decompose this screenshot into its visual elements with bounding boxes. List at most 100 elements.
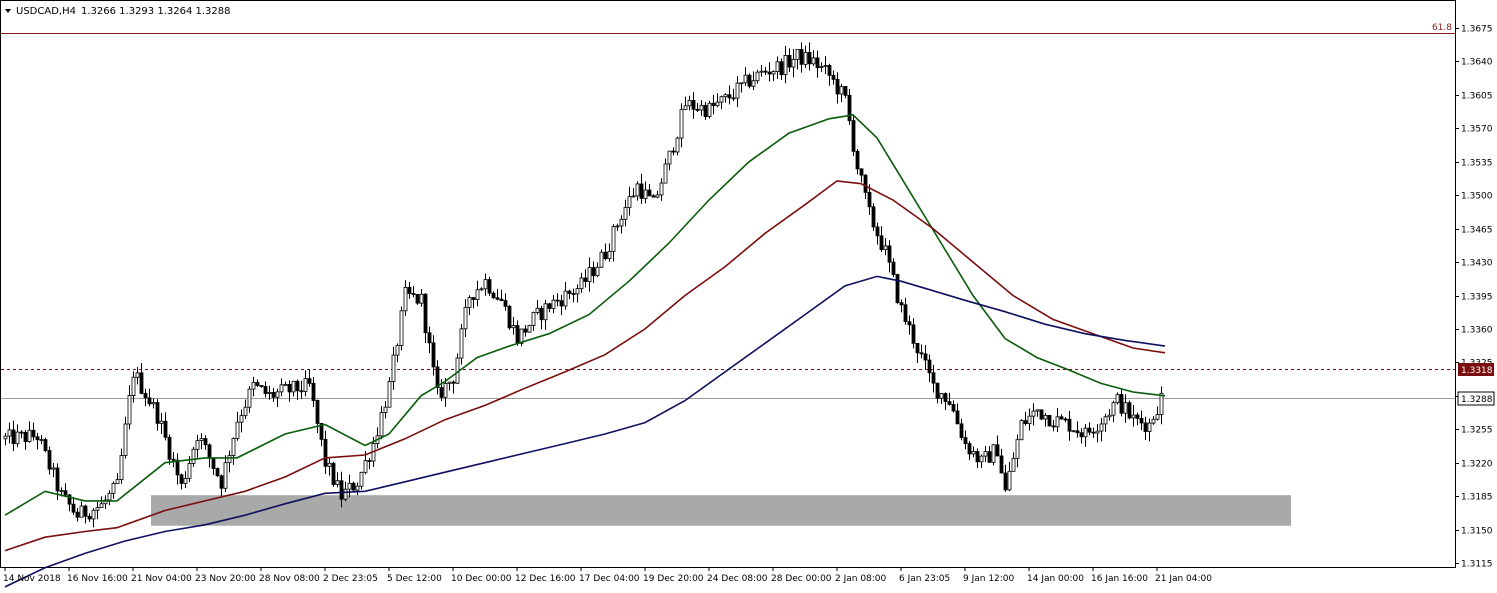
candle-body: [467, 297, 472, 308]
candle-body: [699, 104, 704, 111]
candle-body: [287, 384, 292, 393]
x-tick-label: 28 Dec 00:00: [771, 574, 832, 584]
candle-body: [795, 48, 800, 60]
candle-body: [395, 345, 400, 356]
candle-body: [583, 277, 588, 282]
candle-body: [719, 96, 724, 103]
candle-body: [7, 429, 12, 437]
candle-body: [407, 286, 412, 294]
candle-body: [595, 266, 600, 277]
candle-body: [299, 390, 304, 393]
candle-body: [951, 404, 956, 412]
candle-body: [651, 195, 656, 198]
current-price-label: 1.3288: [1461, 395, 1493, 405]
candle-body: [307, 378, 312, 384]
candle-body: [1031, 410, 1036, 417]
candle-body: [891, 261, 896, 275]
candle-body: [843, 86, 848, 96]
candle-body: [211, 457, 216, 469]
candle-body: [15, 431, 20, 445]
candle: [1047, 414, 1052, 427]
candle-body: [439, 387, 444, 398]
candle-body: [855, 150, 860, 170]
candle-body: [111, 483, 116, 494]
candle-body: [403, 286, 408, 312]
x-tick-label: 16 Nov 16:00: [67, 574, 128, 584]
candle: [215, 467, 220, 478]
candle-body: [587, 267, 592, 282]
plot-frame: [0, 0, 1456, 568]
candle-body: [1063, 418, 1068, 421]
candle-body: [727, 94, 732, 99]
candle-body: [1103, 416, 1108, 425]
price-chart-svg[interactable]: 1.3675 1.3640 1.3605 1.3570 1.3535 1.3500 1.34…: [0, 0, 1497, 589]
candle-body: [283, 384, 288, 386]
candle-body: [771, 71, 776, 75]
candle-body: [643, 189, 648, 199]
candle-body: [411, 293, 416, 295]
candle-body: [71, 503, 76, 513]
candle-body: [527, 325, 532, 333]
symbol-timeframe: USDCAD,H4: [16, 6, 76, 17]
y-tick-label: 1.3605: [1461, 92, 1493, 102]
candle-body: [19, 431, 24, 434]
candle-body: [335, 480, 340, 485]
candle-body: [939, 393, 944, 399]
candle-body: [491, 292, 496, 299]
candle-body: [23, 431, 28, 442]
candle-body: [567, 290, 572, 294]
candle-body: [579, 277, 584, 290]
candle-body: [1019, 420, 1024, 441]
x-tick-label: 28 Nov 08:00: [259, 574, 320, 584]
candle-body: [351, 482, 356, 491]
x-axis: 14 Nov 2018 16 Nov 16:00 21 Nov 04:00 23 No…: [3, 567, 1212, 584]
candle-body: [1059, 416, 1064, 420]
chart[interactable]: 1.3675 1.3640 1.3605 1.3570 1.3535 1.3500 1.34…: [0, 0, 1497, 589]
candle-body: [895, 274, 900, 304]
candle-body: [171, 458, 176, 461]
candle-body: [751, 80, 756, 87]
candle-body: [143, 392, 148, 399]
candle-body: [267, 391, 272, 394]
candle-body: [755, 71, 760, 82]
candle-body: [987, 451, 992, 463]
candle-body: [667, 150, 672, 165]
candle-body: [147, 397, 152, 405]
candle-body: [627, 196, 632, 208]
y-tick-label: 1.3360: [1461, 326, 1493, 336]
candle-body: [223, 462, 228, 489]
candle-body: [291, 380, 296, 393]
candle-body: [31, 429, 36, 438]
candle-body: [487, 279, 492, 294]
y-tick-label: 1.3640: [1461, 58, 1493, 68]
candle-body: [687, 100, 692, 107]
candle-body: [563, 290, 568, 307]
candle-body: [323, 438, 328, 467]
candle-body: [255, 381, 260, 386]
y-tick-label: 1.3535: [1461, 159, 1493, 169]
candle-body: [295, 380, 300, 392]
candle-body: [879, 235, 884, 250]
x-tick-label: 24 Dec 08:00: [707, 574, 768, 584]
candle-body: [1015, 439, 1020, 459]
x-tick-label: 9 Jan 12:00: [963, 574, 1015, 584]
candle-body: [835, 78, 840, 95]
candle: [1115, 392, 1120, 405]
candle-body: [815, 57, 820, 69]
candle-body: [339, 480, 344, 500]
candle-body: [187, 462, 192, 479]
candle-body: [27, 429, 32, 442]
candle: [399, 306, 404, 351]
candle-body: [367, 460, 372, 462]
candle-body: [1143, 422, 1148, 432]
candle-body: [459, 328, 464, 359]
candle-body: [1055, 416, 1060, 428]
candle-body: [695, 108, 700, 111]
candle-body: [359, 471, 364, 487]
candle-body: [615, 225, 620, 228]
candle-body: [35, 436, 40, 441]
candle-body: [123, 423, 128, 456]
candle-body: [899, 302, 904, 306]
y-tick-label: 1.3115: [1461, 560, 1493, 570]
x-tick-label: 2 Jan 08:00: [835, 574, 887, 584]
